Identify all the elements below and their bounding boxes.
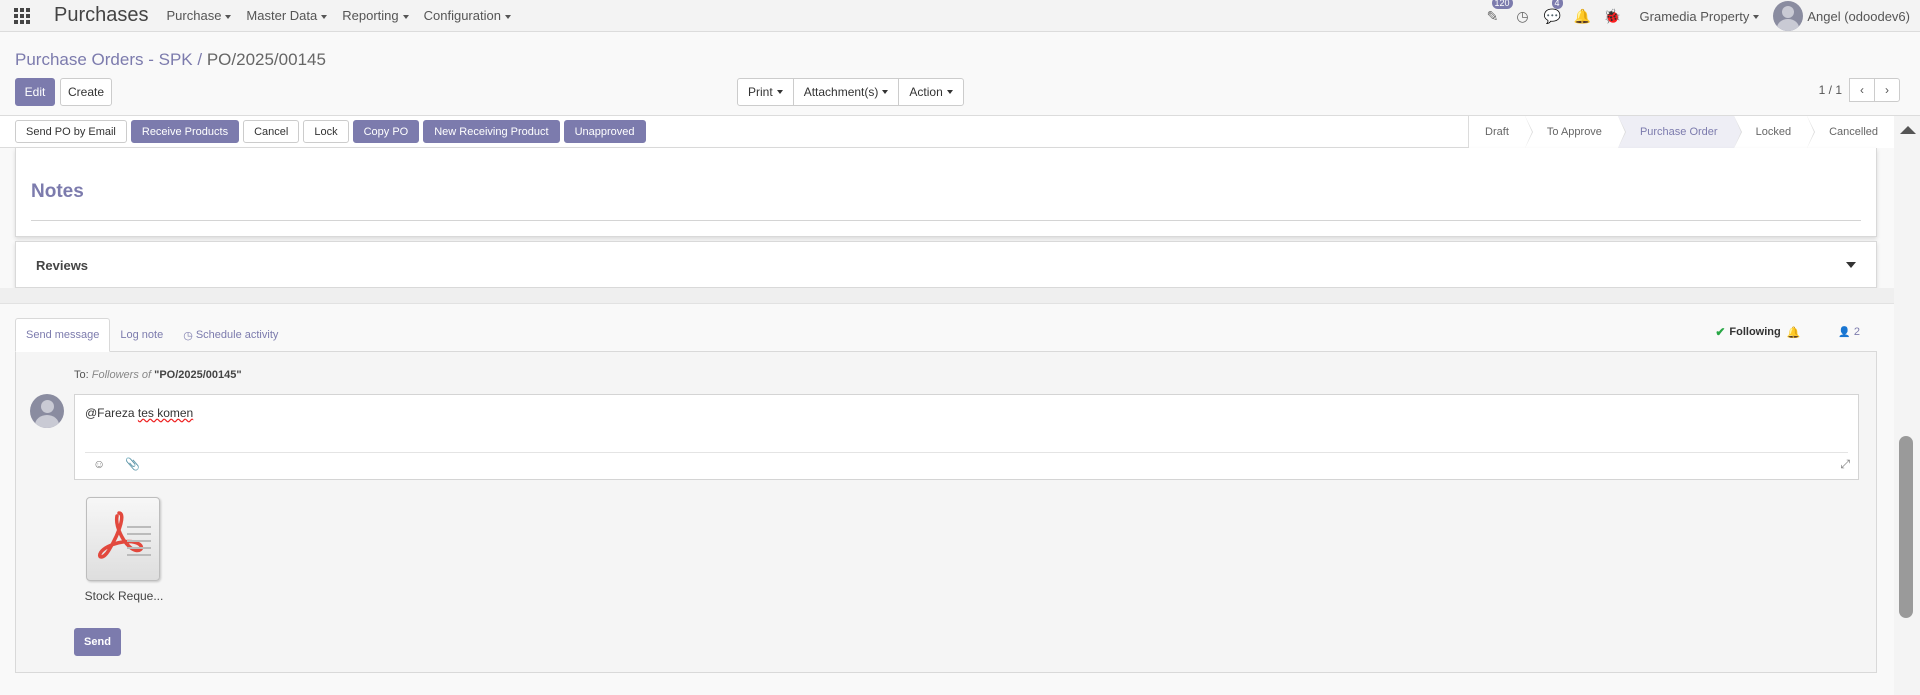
check-icon: ✔ xyxy=(1715,325,1726,339)
lock-button[interactable]: Lock xyxy=(303,120,349,143)
menu-reporting[interactable]: Reporting xyxy=(342,8,409,23)
tab-schedule-activity[interactable]: ◷ Schedule activity xyxy=(173,318,288,352)
reviews-title: Reviews xyxy=(36,258,89,273)
stage-purchase-order[interactable]: Purchase Order xyxy=(1617,116,1742,148)
scrollbar[interactable] xyxy=(1894,116,1920,695)
pager-next-icon[interactable]: › xyxy=(1874,78,1900,102)
bell-icon[interactable]: 🔔 xyxy=(1787,326,1801,339)
message-text[interactable]: @Fareza tes komen xyxy=(85,406,193,420)
breadcrumb-separator: / xyxy=(197,50,203,69)
apps-menu-icon[interactable] xyxy=(0,0,44,32)
chatter-follow-area: ✔ Following 🔔 👤 2 xyxy=(1715,322,1860,342)
company-switcher[interactable]: Gramedia Property xyxy=(1640,9,1760,24)
chatter-tabs: Send message Log note ◷ Schedule activity xyxy=(15,318,288,352)
breadcrumb-parent[interactable]: Purchase Orders - SPK xyxy=(15,50,193,69)
unapproved-button[interactable]: Unapproved xyxy=(563,120,646,143)
receive-products-button[interactable]: Receive Products xyxy=(130,120,240,143)
notes-title: Notes xyxy=(31,181,84,202)
breadcrumb-current: PO/2025/00145 xyxy=(206,50,326,69)
user-menu[interactable]: Angel (odoodev6) xyxy=(1807,9,1910,24)
attachment-name: Stock Reque... xyxy=(84,589,164,603)
breadcrumb: Purchase Orders - SPK / PO/2025/00145 xyxy=(15,50,326,70)
paperclip-icon[interactable]: 📎 xyxy=(125,457,140,471)
print-dropdown[interactable]: Print xyxy=(737,78,794,106)
new-receiving-product-button[interactable]: New Receiving Product xyxy=(423,120,560,143)
status-stages: Draft To Approve Purchase Order Locked C… xyxy=(1468,116,1894,148)
caret-down-icon[interactable] xyxy=(1846,262,1856,268)
clock-icon[interactable]: ◷ xyxy=(1508,0,1538,32)
sidebar-actions: Print Attachment(s) Action xyxy=(737,78,964,106)
tab-log-note[interactable]: Log note xyxy=(110,318,173,352)
stage-locked[interactable]: Locked xyxy=(1733,116,1816,148)
emoji-icon[interactable]: ☺ xyxy=(93,457,105,471)
scroll-thumb[interactable] xyxy=(1899,436,1913,618)
message-input[interactable]: @Fareza tes komen ☺ 📎 ⤢ xyxy=(74,394,1859,480)
form-sheet: Notes xyxy=(15,148,1877,237)
attachments-dropdown[interactable]: Attachment(s) xyxy=(792,78,900,106)
stage-draft[interactable]: Draft xyxy=(1469,116,1533,148)
attachment-item[interactable]: Stock Reque... xyxy=(74,497,174,603)
app-title: Purchases xyxy=(54,4,149,26)
activity-edit-icon[interactable]: ✎ 120 xyxy=(1478,0,1513,32)
edit-button[interactable]: Edit xyxy=(15,78,55,106)
menu-configuration[interactable]: Configuration xyxy=(424,8,511,23)
messages-icon[interactable]: 💬 4 xyxy=(1538,0,1568,32)
expand-icon[interactable]: ⤢ xyxy=(1840,457,1850,472)
pager-previous-icon[interactable]: ‹ xyxy=(1849,78,1875,102)
create-button[interactable]: Create xyxy=(60,78,112,106)
bell-icon[interactable]: 🔔 xyxy=(1568,0,1598,32)
recipients-line: To: Followers of "PO/2025/00145" xyxy=(74,369,242,381)
pager: 1 / 1 ‹ › xyxy=(1819,78,1900,102)
following-button[interactable]: ✔ Following xyxy=(1715,325,1780,339)
send-po-email-button[interactable]: Send PO by Email xyxy=(15,120,127,143)
pdf-file-icon xyxy=(86,497,160,581)
composer-toolbar-divider xyxy=(85,452,1848,453)
avatar xyxy=(30,394,64,428)
send-button[interactable]: Send xyxy=(74,628,121,656)
stage-cancelled[interactable]: Cancelled xyxy=(1807,116,1894,148)
sheet-band xyxy=(0,288,1894,304)
stage-to-approve[interactable]: To Approve xyxy=(1524,116,1626,148)
copy-po-button[interactable]: Copy PO xyxy=(352,120,420,143)
reviews-section[interactable]: Reviews xyxy=(15,241,1877,288)
person-icon: 👤 xyxy=(1838,326,1851,338)
cancel-button[interactable]: Cancel xyxy=(243,120,300,143)
scroll-up-arrow-icon[interactable] xyxy=(1900,126,1916,134)
tab-send-message[interactable]: Send message xyxy=(15,318,111,352)
statusbar: Send PO by Email Receive Products Cancel… xyxy=(0,116,1894,148)
user-avatar[interactable] xyxy=(1773,1,1804,31)
messages-badge: 4 xyxy=(1551,0,1563,9)
action-dropdown[interactable]: Action xyxy=(898,78,964,106)
message-composer: To: Followers of "PO/2025/00145" @Fareza… xyxy=(15,351,1877,673)
notes-divider xyxy=(31,220,1861,221)
clock-icon: ◷ xyxy=(183,329,193,342)
top-navbar: Purchases Purchase Master Data Reporting… xyxy=(0,0,1920,32)
menu-purchase[interactable]: Purchase xyxy=(167,8,232,23)
pager-value[interactable]: 1 / 1 xyxy=(1819,83,1842,97)
menu-master-data[interactable]: Master Data xyxy=(246,8,328,23)
bug-icon[interactable]: 🐞 xyxy=(1598,0,1628,32)
status-actions: Send PO by Email Receive Products Cancel… xyxy=(15,120,646,143)
followers-button[interactable]: 👤 2 xyxy=(1838,326,1860,338)
